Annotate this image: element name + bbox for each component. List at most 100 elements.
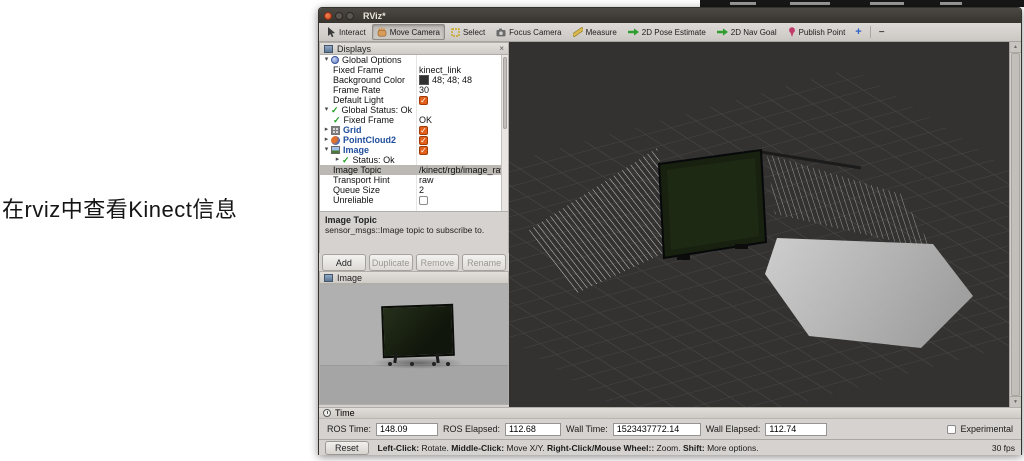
tree-row-background-color[interactable]: Background Color 48; 48; 48 xyxy=(320,75,508,85)
clock-icon xyxy=(323,409,331,417)
wall-time-input[interactable] xyxy=(613,423,701,436)
checkbox-checked[interactable]: ✓ xyxy=(419,96,428,105)
window-titlebar[interactable]: RViz* xyxy=(319,8,1021,23)
image-panel-header[interactable]: Image xyxy=(319,271,509,284)
tv-wheel xyxy=(388,362,392,366)
tree-row-queue-size[interactable]: Queue Size 2 xyxy=(320,185,508,195)
property-value: OK xyxy=(419,115,432,125)
tool-focus-camera[interactable]: Focus Camera xyxy=(491,25,566,40)
tree-row-pointcloud2[interactable]: ▸ PointCloud2 ✓ xyxy=(320,135,508,145)
pointcloud-floor-patch xyxy=(765,238,973,348)
tool-publish-point[interactable]: Publish Point xyxy=(783,24,851,40)
property-value[interactable]: raw xyxy=(419,175,434,185)
experimental-label: Experimental xyxy=(960,424,1013,434)
expander-icon[interactable]: ▸ xyxy=(322,125,331,135)
selection-box-icon xyxy=(451,28,460,37)
status-ok-icon: ✓ xyxy=(333,115,341,125)
green-arrow-icon xyxy=(717,28,728,36)
tree-row-default-light[interactable]: Default Light ✓ xyxy=(320,95,508,105)
tool-select[interactable]: Select xyxy=(446,25,490,40)
help-text: sensor_msgs::Image topic to subscribe to… xyxy=(325,225,484,235)
ruler-icon xyxy=(573,27,583,37)
expander-icon[interactable]: ▸ xyxy=(333,155,342,165)
tree-row-grid[interactable]: ▸ Grid ✓ xyxy=(320,125,508,135)
reset-button[interactable]: Reset xyxy=(325,441,369,455)
checkbox-unchecked[interactable] xyxy=(419,196,428,205)
property-label: Global Status: Ok xyxy=(342,105,413,115)
caption-text: 在rviz中查看Kinect信息 xyxy=(2,192,237,224)
duplicate-display-button[interactable]: Duplicate xyxy=(369,254,413,271)
camera-icon xyxy=(496,28,506,37)
tree-scrollbar-thumb[interactable] xyxy=(503,57,507,129)
expander-icon[interactable]: ▾ xyxy=(322,55,331,65)
tree-row-image-topic[interactable]: Image Topic /kinect/rgb/image_raw xyxy=(320,165,508,175)
scroll-down-icon[interactable]: ▼ xyxy=(1010,396,1021,407)
time-panel-title: Time xyxy=(335,408,355,418)
tool-2d-pose-estimate[interactable]: 2D Pose Estimate xyxy=(623,25,711,40)
tool-label: Measure xyxy=(586,28,617,37)
tree-row-image-status[interactable]: ▸ ✓ Status: Ok xyxy=(320,155,508,165)
display-name: Image xyxy=(343,145,369,155)
checkbox-checked[interactable]: ✓ xyxy=(419,136,428,145)
ros-elapsed-input[interactable] xyxy=(505,423,561,436)
camera-image-view xyxy=(319,284,509,405)
image-panel-icon xyxy=(324,274,333,282)
wall-elapsed-input[interactable] xyxy=(765,423,827,436)
panel-screen-face xyxy=(667,158,759,250)
ros-elapsed-label: ROS Elapsed: xyxy=(443,424,500,434)
status-ok-icon: ✓ xyxy=(342,155,350,165)
tool-measure[interactable]: Measure xyxy=(568,24,622,40)
scroll-up-icon[interactable]: ▲ xyxy=(1010,42,1021,53)
property-value[interactable]: /kinect/rgb/image_raw xyxy=(419,165,507,175)
tree-scrollbar[interactable] xyxy=(501,55,508,211)
property-label: Image Topic xyxy=(333,165,381,175)
tree-row-image[interactable]: ▾ Image ✓ xyxy=(320,145,508,155)
add-tool-button[interactable]: + xyxy=(851,26,865,38)
remove-tool-button[interactable]: − xyxy=(875,27,889,38)
property-value[interactable]: kinect_link xyxy=(419,65,461,75)
expander-icon[interactable]: ▸ xyxy=(322,135,331,145)
rename-display-button[interactable]: Rename xyxy=(462,254,506,271)
tool-label: Interact xyxy=(339,28,366,37)
displays-panel-header[interactable]: Displays × xyxy=(319,42,509,55)
property-value[interactable]: 30 xyxy=(419,85,429,95)
remove-display-button[interactable]: Remove xyxy=(416,254,460,271)
tool-interact[interactable]: Interact xyxy=(322,24,371,40)
cropped-glyphs xyxy=(730,2,756,5)
ros-time-input[interactable] xyxy=(376,423,438,436)
camera-tv-panel xyxy=(381,304,455,358)
checkbox-checked[interactable]: ✓ xyxy=(419,126,428,135)
tree-row-transport-hint[interactable]: Transport Hint raw xyxy=(320,175,508,185)
experimental-checkbox[interactable] xyxy=(947,425,956,434)
property-label: Global Options xyxy=(342,55,402,65)
tool-2d-nav-goal[interactable]: 2D Nav Goal xyxy=(712,25,782,40)
tree-row-global-options[interactable]: ▾ Global Options xyxy=(320,55,508,65)
window-close-button[interactable] xyxy=(324,12,332,20)
tree-row-frame-rate[interactable]: Frame Rate 30 xyxy=(320,85,508,95)
viewport-scrollbar[interactable]: ▲ ▼ xyxy=(1009,42,1021,407)
add-display-button[interactable]: Add xyxy=(322,254,366,271)
panel-foot xyxy=(677,255,690,260)
image-panel-title: Image xyxy=(337,273,362,283)
time-panel-header[interactable]: Time xyxy=(319,407,1021,419)
displays-tree[interactable]: ▾ Global Options Fixed Frame kinect_link… xyxy=(319,55,509,211)
window-minimize-button[interactable] xyxy=(335,12,343,20)
3d-viewport[interactable] xyxy=(509,42,1011,407)
tree-row-fixed-frame[interactable]: Fixed Frame kinect_link xyxy=(320,65,508,75)
expander-icon[interactable]: ▾ xyxy=(322,105,331,115)
scrollbar-thumb[interactable] xyxy=(1011,53,1020,396)
close-panel-icon[interactable]: × xyxy=(499,45,504,53)
wall-time-label: Wall Time: xyxy=(566,424,608,434)
displays-panel-icon xyxy=(324,45,333,53)
checkbox-checked[interactable]: ✓ xyxy=(419,146,428,155)
tv-wheel xyxy=(410,362,414,366)
property-value[interactable]: 48; 48; 48 xyxy=(419,75,472,85)
expander-icon[interactable]: ▾ xyxy=(322,145,331,155)
property-value[interactable]: 2 xyxy=(419,185,424,195)
status-ok-icon: ✓ xyxy=(331,105,339,115)
tool-move-camera[interactable]: Move Camera xyxy=(372,24,445,40)
tree-row-global-status[interactable]: ▾ ✓ Global Status: Ok xyxy=(320,105,508,115)
window-maximize-button[interactable] xyxy=(346,12,354,20)
tree-row-fixed-frame-status[interactable]: ✓ Fixed Frame OK xyxy=(320,115,508,125)
tree-row-unreliable[interactable]: Unreliable xyxy=(320,195,508,205)
